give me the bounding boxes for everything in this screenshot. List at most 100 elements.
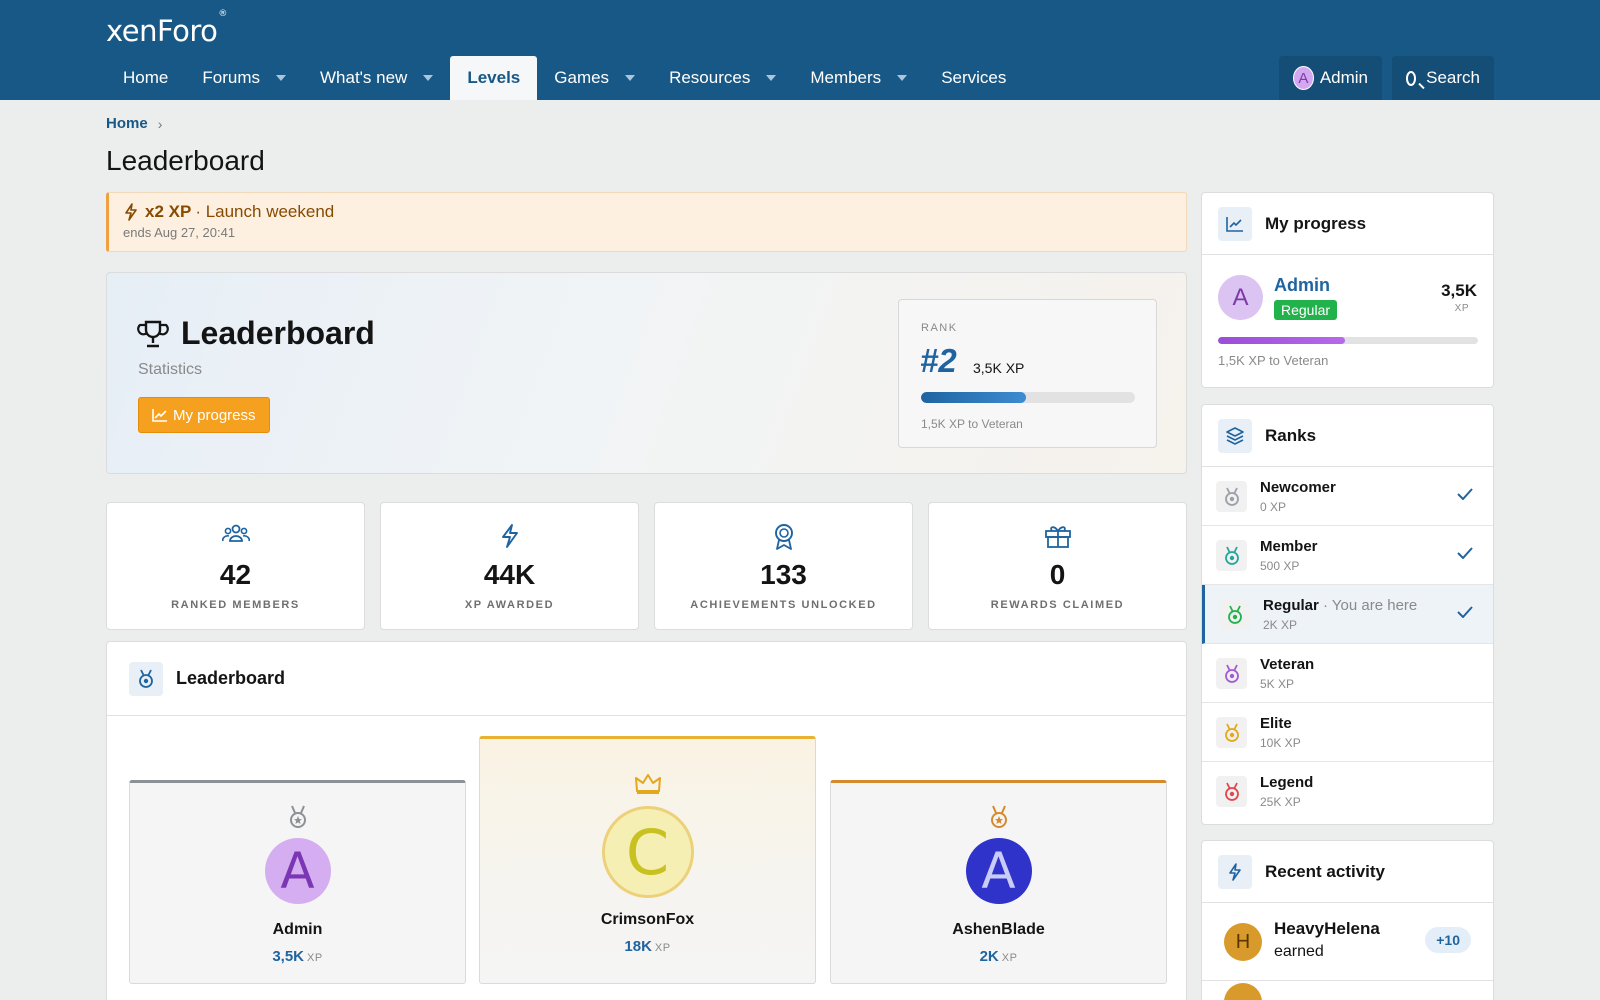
site-logo[interactable]: xenForo® — [106, 9, 227, 48]
award-icon — [774, 524, 793, 550]
nav-item-home[interactable]: Home — [106, 56, 185, 100]
rank-row-veteran[interactable]: Veteran 5K XP — [1202, 644, 1493, 703]
recent-activity-title: Recent activity — [1265, 861, 1385, 881]
stat-card-rewards: 0 REWARDS CLAIMED — [928, 502, 1187, 630]
progress-bar — [1218, 337, 1478, 344]
rank-row-member[interactable]: Member 500 XP — [1202, 526, 1493, 585]
rank-name-text: Elite — [1260, 715, 1292, 732]
nav-item-services[interactable]: Services — [924, 56, 1023, 100]
chart-icon — [1218, 206, 1252, 241]
bolt-icon — [1218, 854, 1252, 889]
stat-label: RANKED MEMBERS — [171, 599, 300, 611]
bolt-icon — [125, 203, 137, 221]
podium-xp: 3,5K XP — [272, 948, 323, 965]
podium-name[interactable]: AshenBlade — [831, 921, 1166, 939]
notice-highlight: x2 XP — [145, 202, 192, 221]
ranks-card: Ranks Newcomer 0 XP Member 500 XP Regular · … — [1201, 404, 1494, 825]
rank-name: Elite — [1260, 715, 1292, 732]
rank-row-elite[interactable]: Elite 10K XP — [1202, 703, 1493, 762]
nav-item-resources[interactable]: Resources — [652, 56, 793, 100]
nav-label: What's new — [319, 68, 408, 87]
ranks-header: Ranks — [1202, 405, 1493, 467]
rank-name-text: Member — [1260, 538, 1318, 555]
bolt-icon — [501, 524, 518, 548]
rank-row-regular[interactable]: Regular · You are here 2K XP — [1202, 585, 1493, 644]
check-icon — [1457, 605, 1473, 623]
rank-xp: 2K XP — [1263, 618, 1298, 632]
rank-name-text: Newcomer — [1260, 479, 1336, 496]
podium-xp: 18K XP — [624, 938, 671, 955]
stat-value: 42 — [219, 559, 252, 590]
activity-username[interactable]: HeavyHelena — [1274, 919, 1380, 939]
stat-label: REWARDS CLAIMED — [990, 599, 1125, 611]
progress-to-next: 1,5K XP to Veteran — [1218, 353, 1329, 368]
ranks-title: Ranks — [1265, 425, 1317, 445]
nav-label: Home — [123, 68, 169, 87]
my-progress-button-label: My progress — [173, 406, 256, 424]
stat-card-ranked-members: 42 RANKED MEMBERS — [106, 502, 365, 630]
leaderboard-header: Leaderboard — [107, 642, 1186, 716]
account-avatar: A — [1293, 66, 1314, 90]
progress-xp: 3,5K — [1441, 281, 1477, 300]
search-label: Search — [1426, 68, 1480, 87]
crown-icon — [634, 774, 661, 794]
breadcrumb-home[interactable]: Home — [106, 115, 148, 132]
podium-name[interactable]: CrimsonFox — [480, 911, 815, 929]
logo-mark: ® — [218, 9, 227, 20]
chevron-down-icon[interactable] — [625, 75, 636, 81]
chevron-down-icon[interactable] — [897, 75, 908, 81]
chevron-down-icon[interactable] — [275, 75, 286, 81]
podium-avatar: A — [965, 838, 1032, 904]
site-header: xenForo® Home Forums What's new Levels Games… — [0, 0, 1600, 100]
rank-row-newcomer[interactable]: Newcomer 0 XP — [1202, 467, 1493, 526]
podium-card-second[interactable]: A Admin 3,5K XP — [129, 780, 466, 984]
you-are-here: · You are here — [1318, 597, 1418, 614]
podium-card-third[interactable]: A AshenBlade 2K XP — [830, 780, 1167, 984]
notice-ends: ends Aug 27, 20:41 — [123, 225, 236, 240]
avatar[interactable]: A — [1218, 275, 1263, 320]
rank-name: Legend — [1260, 774, 1313, 791]
medal-icon — [990, 805, 1007, 828]
search-button[interactable]: Search — [1392, 56, 1494, 100]
avatar[interactable]: H — [1224, 923, 1262, 961]
medal-icon — [1216, 658, 1247, 689]
account-menu[interactable]: A Admin — [1279, 56, 1382, 100]
my-progress-button[interactable]: My progress — [138, 397, 270, 433]
rank-xp: 10K XP — [1260, 736, 1301, 750]
recent-activity-header: Recent activity — [1202, 841, 1493, 903]
chevron-down-icon[interactable] — [423, 75, 434, 81]
avatar[interactable] — [1224, 983, 1262, 1000]
layers-icon — [1218, 418, 1252, 453]
rank-to-next: 1,5K XP to Veteran — [921, 417, 1023, 431]
nav-item-what-s-new[interactable]: What's new — [303, 56, 450, 100]
rank-label: RANK — [921, 322, 958, 334]
hero-title: Leaderboard — [137, 315, 375, 352]
rank-row-legend[interactable]: Legend 25K XP — [1202, 762, 1493, 821]
podium-name[interactable]: Admin — [130, 921, 465, 939]
stat-value: 44K — [483, 559, 536, 590]
progress-fill — [1218, 337, 1346, 344]
nav-label: Levels — [467, 68, 521, 87]
nav-item-levels[interactable]: Levels — [450, 56, 538, 100]
rank-progress-fill — [921, 392, 1026, 403]
rank-name: Veteran — [1260, 656, 1314, 673]
rank-xp: 5K XP — [1260, 677, 1295, 691]
nav-label: Services — [941, 68, 1007, 87]
podium-avatar: C — [601, 806, 694, 898]
check-icon — [1457, 487, 1473, 505]
stat-label: XP AWARDED — [464, 599, 555, 611]
nav-item-members[interactable]: Members — [793, 56, 924, 100]
progress-username[interactable]: Admin — [1274, 275, 1330, 296]
notice-text: · Launch weekend — [195, 202, 335, 221]
xp-boost-notice: x2 XP · Launch weekend ends Aug 27, 20:4… — [106, 192, 1187, 252]
medal-icon — [129, 661, 163, 696]
stat-label: ACHIEVEMENTS UNLOCKED — [690, 599, 877, 611]
medal-icon — [289, 805, 306, 828]
page-title: Leaderboard — [106, 145, 265, 176]
activity-divider — [1202, 980, 1493, 981]
nav-item-games[interactable]: Games — [537, 56, 652, 100]
podium-xp: 2K XP — [979, 948, 1018, 965]
chevron-down-icon[interactable] — [766, 75, 777, 81]
nav-item-forums[interactable]: Forums — [185, 56, 303, 100]
podium-card-first[interactable]: C CrimsonFox 18K XP — [479, 736, 816, 984]
